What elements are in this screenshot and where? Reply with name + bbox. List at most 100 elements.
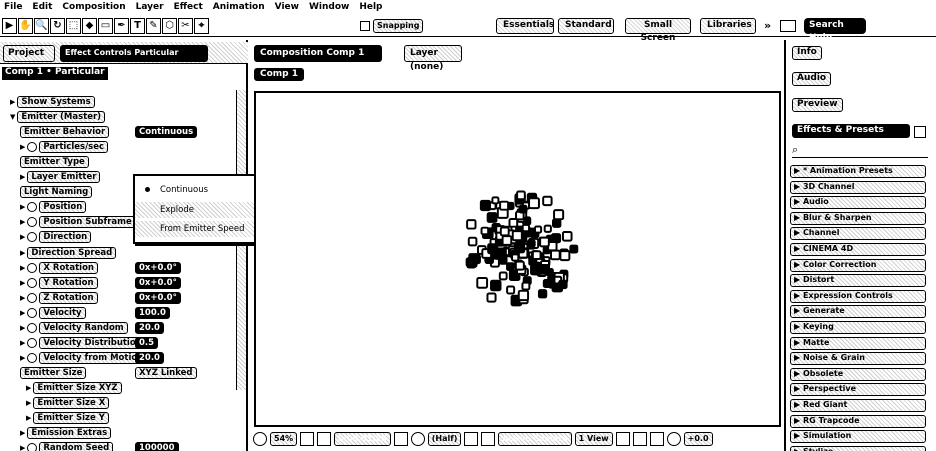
region-of-interest-icon[interactable] [464, 432, 479, 446]
menu-help[interactable]: Help [359, 2, 382, 12]
panel-menu-icon[interactable] [914, 126, 926, 138]
effect-category[interactable]: ▶ Expression Controls [790, 289, 926, 303]
stopwatch-icon[interactable] [27, 307, 38, 318]
effect-category[interactable]: ▶ Blur & Sharpen [790, 211, 926, 225]
menu-file[interactable]: File [4, 2, 22, 12]
tab-composition[interactable]: Composition Comp 1 [254, 45, 382, 62]
param-row[interactable]: ▶ Emitter Size Y [0, 411, 240, 425]
effect-category[interactable]: ▶ Keying [790, 321, 926, 334]
tab-project[interactable]: Project [3, 45, 55, 62]
param-value[interactable]: 0x+0.0° [135, 276, 181, 289]
dropdown-option-explode[interactable]: Explode [135, 202, 269, 218]
effect-category[interactable]: ▶ 3D Channel [790, 180, 926, 194]
safe-zones-icon[interactable] [300, 432, 315, 446]
pen-tool-icon[interactable]: ✒ [114, 18, 129, 34]
dropdown-option-continuous[interactable]: Continuous [135, 182, 269, 198]
menu-effect[interactable]: Effect [174, 2, 203, 12]
renderer-icon[interactable] [615, 432, 630, 446]
menu-composition[interactable]: Composition [62, 2, 125, 12]
stopwatch-icon[interactable] [27, 352, 38, 363]
effect-category[interactable]: ▶ Audio [790, 196, 926, 210]
param-row[interactable]: ▶ Random Seed 100000 [0, 441, 240, 451]
effect-category[interactable]: ▶ Simulation [790, 430, 926, 444]
workspace-libraries[interactable]: Libraries [700, 18, 756, 34]
flowchart-icon[interactable] [649, 432, 664, 446]
eraser-tool-icon[interactable]: ✂ [178, 18, 193, 34]
magnification-dropdown[interactable]: 54% [270, 432, 298, 446]
cc-libraries-icon[interactable] [780, 20, 796, 32]
preview-panel-header[interactable]: Preview [792, 98, 843, 112]
effect-category[interactable]: ▶ Stylize [790, 445, 926, 451]
stopwatch-icon[interactable] [27, 337, 38, 348]
effect-category[interactable]: ▶ Distort [790, 274, 926, 288]
twirl-icon[interactable]: ▶ [20, 173, 25, 181]
composition-viewer[interactable] [254, 91, 781, 427]
param-row[interactable]: ▶ Particles/sec [0, 140, 240, 154]
effect-category[interactable]: ▶ Noise & Grain [790, 352, 926, 366]
twirl-icon[interactable]: ▶ [20, 339, 25, 347]
snapping-toggle[interactable]: Snapping [360, 19, 424, 33]
tab-layer[interactable]: Layer (none) [404, 45, 462, 72]
stopwatch-icon[interactable] [27, 292, 38, 303]
twirl-icon[interactable]: ▶ [10, 98, 15, 106]
tab-effect-controls[interactable]: Effect Controls Particular [60, 45, 208, 62]
grid-icon[interactable] [317, 432, 332, 446]
param-value[interactable]: 100000 [135, 442, 179, 451]
camera-view-dropdown[interactable]: Active Camera [498, 432, 572, 446]
twirl-icon[interactable]: ▶ [20, 444, 25, 451]
rectangle-tool-icon[interactable]: ▭ [98, 18, 113, 34]
twirl-icon[interactable]: ▶ [20, 354, 25, 362]
twirl-icon[interactable]: ▶ [20, 143, 25, 151]
effect-category[interactable]: ▶ RG Trapcode [790, 414, 926, 428]
camera-tool-icon[interactable]: ⬚ [66, 18, 81, 34]
param-row[interactable]: ▶ Velocity 100.0 [0, 306, 240, 320]
twirl-icon[interactable]: ▶ [20, 233, 25, 241]
param-row[interactable]: Emitter Behavior Continuous [0, 125, 240, 139]
type-tool-icon[interactable]: T [130, 18, 145, 34]
param-value[interactable]: 0x+0.0° [135, 261, 181, 274]
twirl-icon[interactable]: ▶ [20, 294, 25, 302]
twirl-icon[interactable]: ▶ [20, 279, 25, 287]
param-row[interactable]: ▶ Emitter Size X [0, 396, 240, 410]
hand-tool-icon[interactable]: ✋ [18, 18, 33, 34]
stopwatch-icon[interactable] [27, 262, 38, 273]
param-row[interactable]: Emitter Size XYZ Linked [0, 366, 240, 380]
param-row[interactable]: ▶ Velocity Distribution 0.5 [0, 336, 240, 350]
param-row[interactable]: ▶ Y Rotation 0x+0.0° [0, 276, 240, 290]
menu-window[interactable]: Window [309, 2, 349, 12]
puppet-tool-icon[interactable]: ⌖ [194, 18, 209, 34]
param-value[interactable]: 100.0 [135, 306, 170, 319]
stopwatch-icon[interactable] [27, 142, 38, 153]
param-row[interactable]: ▶ Velocity Random 20.0 [0, 321, 240, 335]
param-row[interactable]: ▶ Show Systems [0, 95, 240, 109]
snapshot-icon[interactable] [393, 432, 408, 446]
workspace-standard[interactable]: Standard [558, 18, 614, 34]
effect-category[interactable]: ▶ Perspective [790, 383, 926, 397]
stopwatch-icon[interactable] [27, 322, 38, 333]
param-row[interactable]: Emitter Type [0, 155, 240, 169]
twirl-icon[interactable]: ▶ [20, 218, 25, 226]
dropdown-option-from-emitter-speed[interactable]: From Emitter Speed [135, 221, 269, 237]
param-value[interactable]: 20.0 [135, 321, 164, 334]
menu-layer[interactable]: Layer [136, 2, 164, 12]
color-channel-icon[interactable] [410, 432, 425, 446]
param-row[interactable]: ▶ Velocity from Motion 20.0 [0, 351, 240, 365]
effect-category[interactable]: ▶ CINEMA 4D [790, 243, 926, 256]
effect-category[interactable]: ▶ Color Correction [790, 258, 926, 272]
param-row[interactable]: ▶ X Rotation 0x+0.0° [0, 261, 240, 275]
twirl-icon[interactable]: ▶ [20, 309, 25, 317]
transparency-grid-icon[interactable] [481, 432, 496, 446]
param-row[interactable]: ▼ Emitter (Master) [0, 110, 240, 124]
audio-panel-header[interactable]: Audio [792, 72, 832, 86]
twirl-icon[interactable]: ▶ [26, 399, 31, 407]
view-layout-dropdown[interactable]: 1 View [574, 432, 613, 446]
comp-breadcrumb[interactable]: Comp 1 [254, 68, 304, 81]
param-row[interactable]: ▶ Direction Spread [0, 246, 240, 260]
workspace-overflow-icon[interactable]: » [764, 19, 771, 32]
param-row[interactable]: ▶ Z Rotation 0x+0.0° [0, 291, 240, 305]
stopwatch-icon[interactable] [27, 217, 38, 228]
effect-category[interactable]: ▶ Channel [790, 227, 926, 241]
effect-category[interactable]: ▶ Generate [790, 305, 926, 319]
info-panel-header[interactable]: Info [792, 46, 822, 60]
brush-tool-icon[interactable]: ✎ [146, 18, 161, 34]
